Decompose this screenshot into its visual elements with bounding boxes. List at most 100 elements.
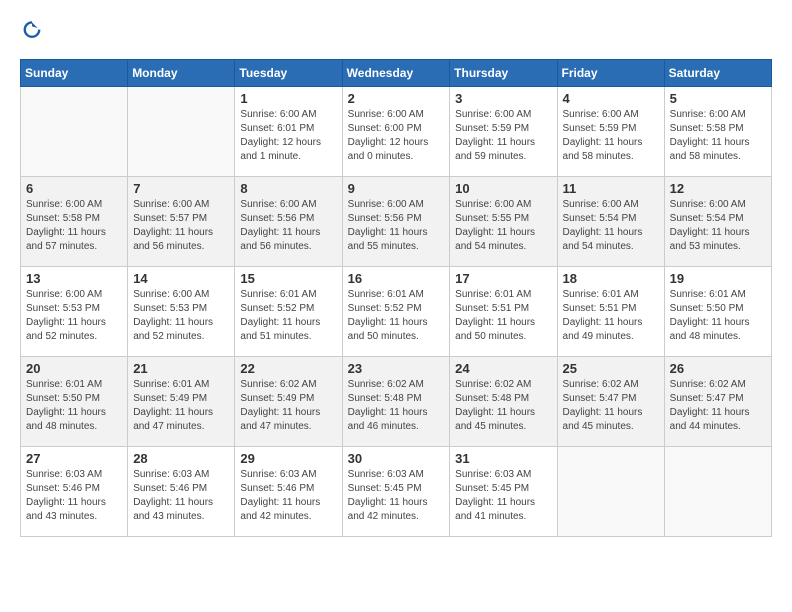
day-number: 11 <box>563 181 659 196</box>
calendar-cell <box>557 447 664 537</box>
weekday-header-friday: Friday <box>557 60 664 87</box>
day-number: 22 <box>240 361 336 376</box>
day-info: Sunrise: 6:02 AM Sunset: 5:48 PM Dayligh… <box>348 378 445 434</box>
day-info: Sunrise: 6:01 AM Sunset: 5:50 PM Dayligh… <box>26 378 122 434</box>
day-number: 28 <box>133 451 229 466</box>
day-number: 27 <box>26 451 122 466</box>
calendar-cell: 7 Sunrise: 6:00 AM Sunset: 5:57 PM Daylig… <box>128 177 235 267</box>
calendar-cell: 24 Sunrise: 6:02 AM Sunset: 5:48 PM Dayli… <box>450 357 557 447</box>
logo <box>20 20 48 49</box>
day-info: Sunrise: 6:01 AM Sunset: 5:50 PM Dayligh… <box>670 288 766 344</box>
day-info: Sunrise: 6:00 AM Sunset: 5:59 PM Dayligh… <box>563 108 659 164</box>
calendar-cell: 11 Sunrise: 6:00 AM Sunset: 5:54 PM Dayli… <box>557 177 664 267</box>
day-number: 25 <box>563 361 659 376</box>
weekday-header-saturday: Saturday <box>664 60 771 87</box>
calendar-cell: 25 Sunrise: 6:02 AM Sunset: 5:47 PM Dayli… <box>557 357 664 447</box>
day-number: 5 <box>670 91 766 106</box>
calendar-cell: 8Sunrise: 6:00 AM Sunset: 5:56 PM Daylig… <box>235 177 342 267</box>
calendar-cell: 9 Sunrise: 6:00 AM Sunset: 5:56 PM Daylig… <box>342 177 450 267</box>
calendar-row: 1Sunrise: 6:00 AM Sunset: 6:01 PM Daylig… <box>21 87 772 177</box>
day-info: Sunrise: 6:01 AM Sunset: 5:52 PM Dayligh… <box>240 288 336 344</box>
calendar-row: 27 Sunrise: 6:03 AM Sunset: 5:46 PM Dayli… <box>21 447 772 537</box>
calendar-cell: 23 Sunrise: 6:02 AM Sunset: 5:48 PM Dayli… <box>342 357 450 447</box>
day-number: 21 <box>133 361 229 376</box>
calendar-cell: 1Sunrise: 6:00 AM Sunset: 6:01 PM Daylig… <box>235 87 342 177</box>
calendar-cell: 31 Sunrise: 6:03 AM Sunset: 5:45 PM Dayli… <box>450 447 557 537</box>
calendar-cell: 22 Sunrise: 6:02 AM Sunset: 5:49 PM Dayli… <box>235 357 342 447</box>
calendar-cell: 18 Sunrise: 6:01 AM Sunset: 5:51 PM Dayli… <box>557 267 664 357</box>
day-number: 9 <box>348 181 445 196</box>
day-info: Sunrise: 6:03 AM Sunset: 5:46 PM Dayligh… <box>240 468 336 524</box>
day-info: Sunrise: 6:01 AM Sunset: 5:52 PM Dayligh… <box>348 288 445 344</box>
page-header <box>20 20 772 49</box>
day-number: 14 <box>133 271 229 286</box>
calendar-cell: 20 Sunrise: 6:01 AM Sunset: 5:50 PM Dayli… <box>21 357 128 447</box>
day-info: Sunrise: 6:00 AM Sunset: 5:57 PM Dayligh… <box>133 198 229 254</box>
calendar-cell: 26 Sunrise: 6:02 AM Sunset: 5:47 PM Dayli… <box>664 357 771 447</box>
calendar-cell: 29 Sunrise: 6:03 AM Sunset: 5:46 PM Dayli… <box>235 447 342 537</box>
day-info: Sunrise: 6:00 AM Sunset: 5:58 PM Dayligh… <box>670 108 766 164</box>
day-info: Sunrise: 6:00 AM Sunset: 5:58 PM Dayligh… <box>26 198 122 254</box>
day-number: 7 <box>133 181 229 196</box>
day-info: Sunrise: 6:00 AM Sunset: 6:01 PM Dayligh… <box>240 108 336 164</box>
day-number: 3 <box>455 91 551 106</box>
day-info: Sunrise: 6:03 AM Sunset: 5:45 PM Dayligh… <box>455 468 551 524</box>
day-number: 29 <box>240 451 336 466</box>
calendar-cell: 19 Sunrise: 6:01 AM Sunset: 5:50 PM Dayli… <box>664 267 771 357</box>
calendar-cell: 28 Sunrise: 6:03 AM Sunset: 5:46 PM Dayli… <box>128 447 235 537</box>
day-number: 23 <box>348 361 445 376</box>
calendar-cell: 6 Sunrise: 6:00 AM Sunset: 5:58 PM Daylig… <box>21 177 128 267</box>
calendar-cell: 3 Sunrise: 6:00 AM Sunset: 5:59 PM Daylig… <box>450 87 557 177</box>
weekday-header-monday: Monday <box>128 60 235 87</box>
day-number: 31 <box>455 451 551 466</box>
calendar-cell: 5 Sunrise: 6:00 AM Sunset: 5:58 PM Daylig… <box>664 87 771 177</box>
calendar-table: SundayMondayTuesdayWednesdayThursdayFrid… <box>20 59 772 537</box>
weekday-header-tuesday: Tuesday <box>235 60 342 87</box>
day-info: Sunrise: 6:00 AM Sunset: 5:55 PM Dayligh… <box>455 198 551 254</box>
calendar-cell: 30 Sunrise: 6:03 AM Sunset: 5:45 PM Dayli… <box>342 447 450 537</box>
calendar-row: 6 Sunrise: 6:00 AM Sunset: 5:58 PM Daylig… <box>21 177 772 267</box>
calendar-row: 20 Sunrise: 6:01 AM Sunset: 5:50 PM Dayli… <box>21 357 772 447</box>
day-info: Sunrise: 6:02 AM Sunset: 5:47 PM Dayligh… <box>563 378 659 434</box>
calendar-cell: 17Sunrise: 6:01 AM Sunset: 5:51 PM Dayli… <box>450 267 557 357</box>
weekday-header-thursday: Thursday <box>450 60 557 87</box>
day-info: Sunrise: 6:03 AM Sunset: 5:46 PM Dayligh… <box>133 468 229 524</box>
calendar-cell: 14 Sunrise: 6:00 AM Sunset: 5:53 PM Dayli… <box>128 267 235 357</box>
day-info: Sunrise: 6:00 AM Sunset: 5:53 PM Dayligh… <box>26 288 122 344</box>
day-number: 26 <box>670 361 766 376</box>
day-info: Sunrise: 6:02 AM Sunset: 5:48 PM Dayligh… <box>455 378 551 434</box>
day-info: Sunrise: 6:01 AM Sunset: 5:51 PM Dayligh… <box>455 288 551 344</box>
weekday-header-sunday: Sunday <box>21 60 128 87</box>
day-info: Sunrise: 6:02 AM Sunset: 5:47 PM Dayligh… <box>670 378 766 434</box>
day-number: 24 <box>455 361 551 376</box>
day-number: 20 <box>26 361 122 376</box>
calendar-header-row: SundayMondayTuesdayWednesdayThursdayFrid… <box>21 60 772 87</box>
day-number: 2 <box>348 91 445 106</box>
calendar-cell <box>128 87 235 177</box>
day-info: Sunrise: 6:00 AM Sunset: 5:54 PM Dayligh… <box>563 198 659 254</box>
calendar-cell: 13 Sunrise: 6:00 AM Sunset: 5:53 PM Dayli… <box>21 267 128 357</box>
day-info: Sunrise: 6:00 AM Sunset: 5:53 PM Dayligh… <box>133 288 229 344</box>
day-number: 13 <box>26 271 122 286</box>
calendar-cell: 12 Sunrise: 6:00 AM Sunset: 5:54 PM Dayli… <box>664 177 771 267</box>
day-info: Sunrise: 6:00 AM Sunset: 5:54 PM Dayligh… <box>670 198 766 254</box>
day-number: 19 <box>670 271 766 286</box>
day-number: 4 <box>563 91 659 106</box>
day-number: 18 <box>563 271 659 286</box>
day-number: 12 <box>670 181 766 196</box>
day-number: 16 <box>348 271 445 286</box>
calendar-cell: 10 Sunrise: 6:00 AM Sunset: 5:55 PM Dayli… <box>450 177 557 267</box>
weekday-header-wednesday: Wednesday <box>342 60 450 87</box>
day-number: 6 <box>26 181 122 196</box>
calendar-row: 13 Sunrise: 6:00 AM Sunset: 5:53 PM Dayli… <box>21 267 772 357</box>
day-number: 30 <box>348 451 445 466</box>
day-number: 10 <box>455 181 551 196</box>
day-info: Sunrise: 6:02 AM Sunset: 5:49 PM Dayligh… <box>240 378 336 434</box>
day-info: Sunrise: 6:03 AM Sunset: 5:45 PM Dayligh… <box>348 468 445 524</box>
calendar-cell: 4 Sunrise: 6:00 AM Sunset: 5:59 PM Daylig… <box>557 87 664 177</box>
day-info: Sunrise: 6:00 AM Sunset: 5:59 PM Dayligh… <box>455 108 551 164</box>
day-info: Sunrise: 6:01 AM Sunset: 5:51 PM Dayligh… <box>563 288 659 344</box>
day-info: Sunrise: 6:01 AM Sunset: 5:49 PM Dayligh… <box>133 378 229 434</box>
calendar-cell: 21 Sunrise: 6:01 AM Sunset: 5:49 PM Dayli… <box>128 357 235 447</box>
day-info: Sunrise: 6:00 AM Sunset: 5:56 PM Dayligh… <box>348 198 445 254</box>
